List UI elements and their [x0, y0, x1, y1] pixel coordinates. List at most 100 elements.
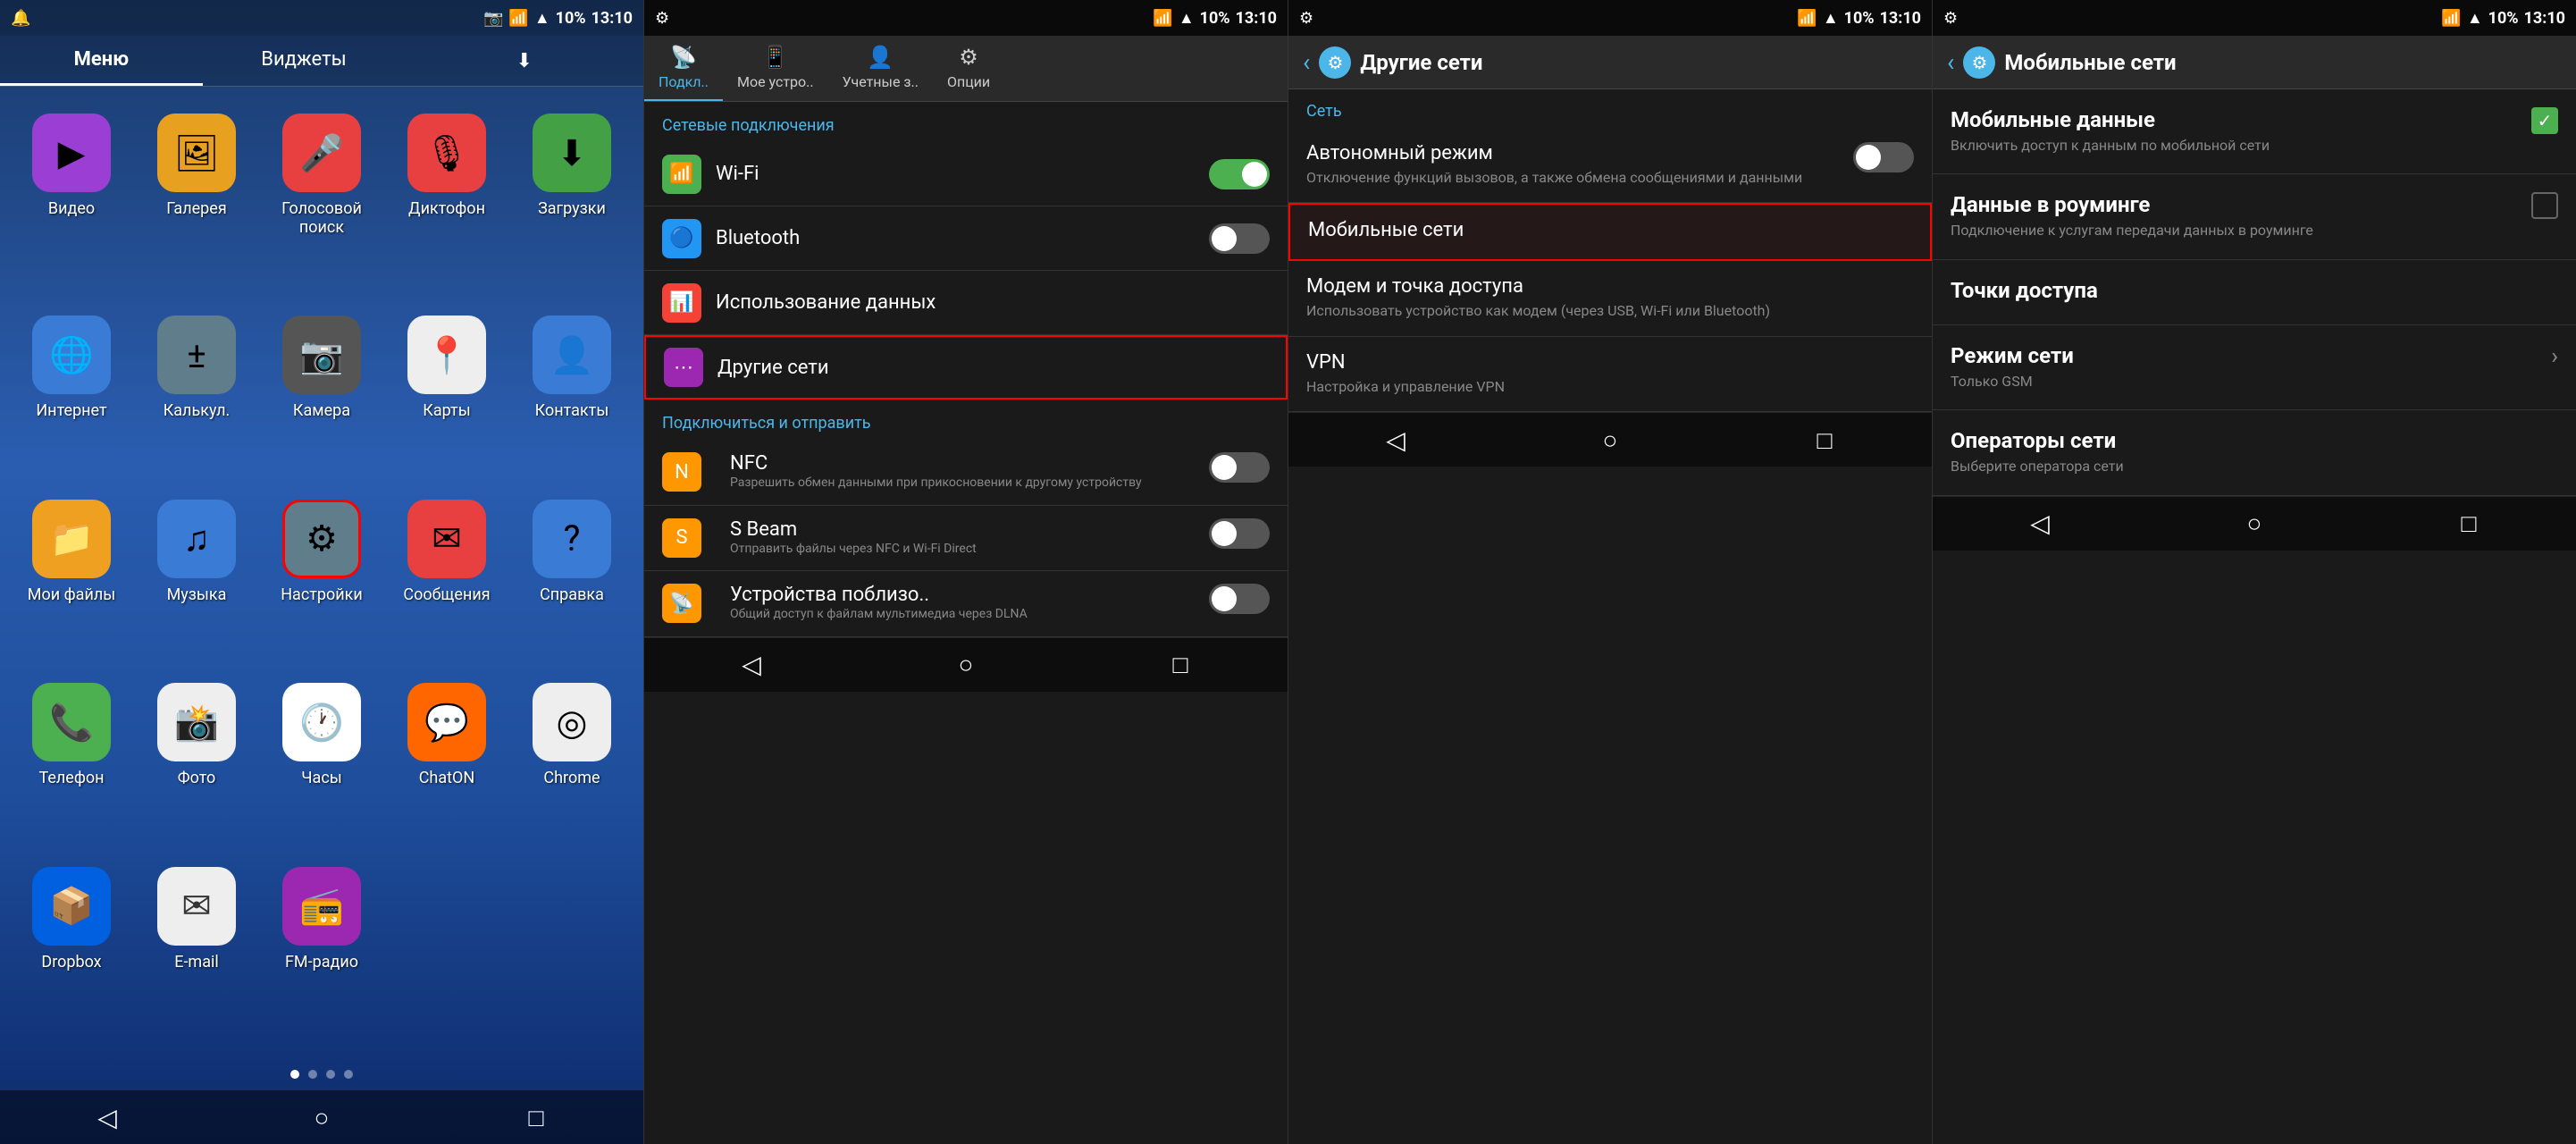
s2-home-button[interactable]: ○	[859, 638, 1073, 692]
app-item-chrome[interactable]: ◎Chrome	[518, 683, 625, 848]
p4-back-button[interactable]: ◁	[1933, 497, 2147, 551]
settings-tab-mydevice[interactable]: 📱Мое устро..	[723, 36, 828, 101]
mobile-items: Мобильные данныеВключить доступ к данным…	[1933, 89, 2576, 496]
app-item-chaton[interactable]: 💬ChatON	[393, 683, 500, 848]
p3-notif-icon: ⚙	[1299, 9, 1313, 28]
settings-item-dataUsage[interactable]: 📊Использование данных	[644, 271, 1288, 335]
s2-recent-button[interactable]: □	[1073, 638, 1288, 692]
net-toggle-autonom[interactable]	[1853, 142, 1914, 172]
settings-screen: ⚙ 📶 ▲ 10% 13:10 📡Подкл..📱Мое устро..👤Уче…	[643, 0, 1288, 1144]
app-label-fmradio: FM-радио	[285, 953, 358, 972]
app-item-maps[interactable]: 📍Карты	[393, 315, 500, 481]
app-label-maps: Карты	[423, 401, 470, 420]
back-button[interactable]: ◁	[0, 1090, 214, 1144]
toggle-bluetooth[interactable]	[1209, 223, 1270, 254]
mobile-control-netmode[interactable]: ›	[2551, 343, 2558, 370]
app-item-contacts[interactable]: 👤Контакты	[518, 315, 625, 481]
app-item-dropbox[interactable]: 📦Dropbox	[18, 867, 125, 1032]
check-off	[2531, 192, 2558, 219]
p3-clock: 13:10	[1880, 9, 1921, 28]
p4-recent-button[interactable]: □	[2362, 497, 2576, 551]
app-icon-settings: ⚙	[282, 500, 361, 578]
status-left-4: ⚙	[1943, 9, 1958, 28]
tab-widgets[interactable]: Виджеты	[203, 36, 406, 86]
s2-back-button[interactable]: ◁	[644, 638, 859, 692]
mobile-control-roaming[interactable]	[2531, 192, 2558, 219]
s2-wifi-icon: 📶	[1153, 9, 1172, 28]
tab-icon-mydevice: 📱	[762, 45, 789, 70]
settings-item-bluetooth[interactable]: 🔵Bluetooth	[644, 206, 1288, 271]
toggle-sbeam[interactable]	[1209, 518, 1270, 549]
recent-button[interactable]: □	[429, 1090, 643, 1144]
net-desc-autonom: Отключение функций вызовов, а также обме…	[1306, 168, 1802, 188]
app-label-contacts: Контакты	[535, 401, 609, 420]
settings-tabs: 📡Подкл..📱Мое устро..👤Учетные з..⚙Опции	[644, 36, 1288, 102]
settings-item-nfc[interactable]: NNFCРазрешить обмен данными при прикосно…	[644, 440, 1288, 506]
app-item-settings[interactable]: ⚙Настройки	[268, 500, 375, 665]
toggle-nearby[interactable]	[1209, 584, 1270, 614]
tab-menu[interactable]: Меню	[0, 36, 203, 86]
mobile-control-mobiledata[interactable]: ✓	[2531, 107, 2558, 134]
home-button[interactable]: ○	[214, 1090, 429, 1144]
net-item-mobilenets[interactable]: Мобильные сети	[1288, 203, 1932, 261]
app-item-messages[interactable]: ✉Сообщения	[393, 500, 500, 665]
p4-home-button[interactable]: ○	[2147, 497, 2362, 551]
clock-1: 13:10	[592, 9, 633, 28]
mobile-item-mobiledata[interactable]: Мобильные данныеВключить доступ к данным…	[1933, 89, 2576, 174]
status-bar-1: 🔔 📷 📶 ▲ 10% 13:10	[0, 0, 643, 36]
p4-gear-icon: ⚙	[1963, 46, 1995, 79]
app-item-fmradio[interactable]: 📻FM-радио	[268, 867, 375, 1032]
net-item-autonom[interactable]: Автономный режимОтключение функций вызов…	[1288, 128, 1932, 203]
app-item-email[interactable]: ✉E-mail	[143, 867, 250, 1032]
mobile-item-netmode[interactable]: Режим сетиТолько GSM›	[1933, 325, 2576, 410]
app-item-calc[interactable]: ±Калькул.	[143, 315, 250, 481]
signal-icon: ▲	[534, 9, 550, 28]
app-item-camera[interactable]: 📷Камера	[268, 315, 375, 481]
mobile-title-mobiledata: Мобильные данные	[1951, 107, 2517, 132]
settings-item-nearby[interactable]: 📡Устройства поблизо..Общий доступ к файл…	[644, 571, 1288, 637]
p3-recent-button[interactable]: □	[1717, 413, 1932, 467]
settings-tab-accounts[interactable]: 👤Учетные з..	[828, 36, 933, 101]
p3-back-button[interactable]: ◁	[1288, 413, 1503, 467]
toggle-nfc[interactable]	[1209, 452, 1270, 483]
p4-back-icon[interactable]: ‹	[1947, 47, 1954, 77]
status-left-2: ⚙	[655, 9, 669, 28]
app-item-music[interactable]: ♫Музыка	[143, 500, 250, 665]
app-item-dictaphone[interactable]: 🎙Диктофон	[393, 114, 500, 298]
app-item-download[interactable]: ⬇Загрузки	[518, 114, 625, 298]
battery-text: 10%	[556, 9, 586, 28]
settings-tab-options[interactable]: ⚙Опции	[933, 36, 1004, 101]
net-item-modem[interactable]: Модем и точка доступаИспользовать устрой…	[1288, 261, 1932, 336]
tab-download[interactable]: ⬇	[405, 36, 643, 86]
mobile-desc-operators: Выберите оператора сети	[1951, 457, 2544, 476]
settings-item-otherNetworks[interactable]: ⋯Другие сети	[644, 335, 1288, 400]
p3-back-icon[interactable]: ‹	[1303, 47, 1310, 77]
net-item-vpn[interactable]: VPNНастройка и управление VPN	[1288, 337, 1932, 412]
app-icon-download: ⬇	[533, 114, 611, 192]
tab-icon-conn: 📡	[670, 45, 697, 70]
app-item-phone[interactable]: 📞Телефон	[18, 683, 125, 848]
home-bottom-nav: ◁ ○ □	[0, 1089, 643, 1144]
settings-item-wifi[interactable]: 📶Wi-Fi	[644, 142, 1288, 206]
toggle-wifi[interactable]	[1209, 159, 1270, 189]
app-item-voice[interactable]: 🎤Голосовой поиск	[268, 114, 375, 298]
settings-item-sbeam[interactable]: SS BeamОтправить файлы через NFC и Wi-Fi…	[644, 506, 1288, 572]
app-item-internet[interactable]: 🌐Интернет	[18, 315, 125, 481]
p3-home-button[interactable]: ○	[1503, 413, 1717, 467]
app-item-clock[interactable]: 🕐Часы	[268, 683, 375, 848]
app-item-video[interactable]: ▶Видео	[18, 114, 125, 298]
status-left-3: ⚙	[1299, 9, 1313, 28]
app-icon-email: ✉	[157, 867, 236, 946]
settings-tab-conn[interactable]: 📡Подкл..	[644, 36, 723, 101]
app-item-myfiles[interactable]: 📁Мои файлы	[18, 500, 125, 665]
p4-signal-icon: ▲	[2467, 9, 2483, 28]
settings-label-dataUsage: Использование данных	[716, 291, 1270, 314]
app-item-photos[interactable]: 📸Фото	[143, 683, 250, 848]
app-label-camera: Камера	[293, 401, 350, 420]
mobile-item-roaming[interactable]: Данные в роумингеПодключение к услугам п…	[1933, 174, 2576, 259]
mobile-item-operators[interactable]: Операторы сетиВыберите оператора сети	[1933, 410, 2576, 495]
app-item-help[interactable]: ?Справка	[518, 500, 625, 665]
other-networks-header: ‹ ⚙ Другие сети	[1288, 36, 1932, 89]
app-item-gallery[interactable]: 🖼Галерея	[143, 114, 250, 298]
mobile-item-hotspots[interactable]: Точки доступа	[1933, 260, 2576, 325]
